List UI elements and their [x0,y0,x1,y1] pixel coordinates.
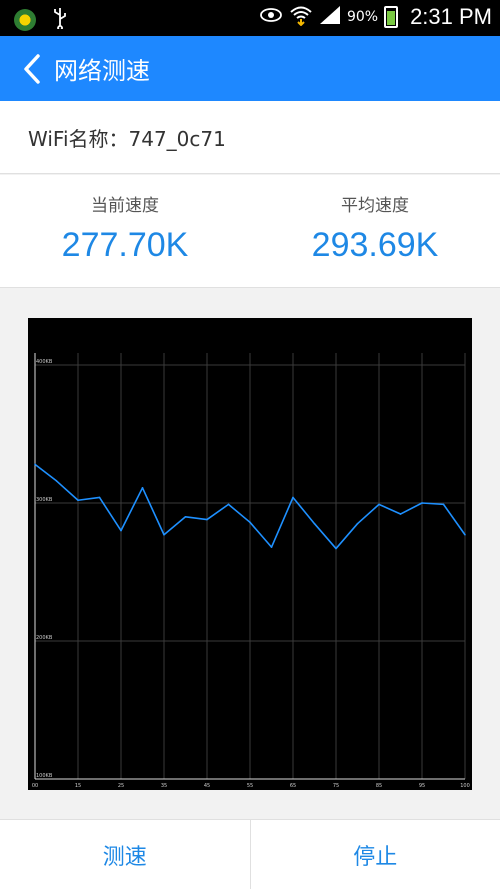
speed-chart: 400KB 300KB 200KB 100KB 00 15 25 35 45 55 65 75 85 95… [28,318,472,790]
x-tick-label: 00 [32,783,38,789]
current-speed-block: 当前速度 277.70K [0,175,250,287]
speed-data-point [55,480,58,482]
x-tick-label: 45 [204,783,210,789]
x-tick-label: 75 [333,783,339,789]
wifi-icon [289,4,313,30]
x-tick-label: 25 [118,783,124,789]
average-speed-label: 平均速度 [341,196,409,216]
app-bar: 网络测速 [0,36,500,101]
bottom-action-bar: 测速 停止 [0,819,500,889]
average-speed-value: 293.69K [311,226,439,264]
average-speed-block: 平均速度 293.69K [250,175,500,287]
current-speed-label: 当前速度 [91,196,159,216]
speed-data-point [292,496,294,499]
battery-percent: 90% [346,9,379,25]
speed-stats-panel: 当前速度 277.70K 平均速度 293.69K [0,175,500,288]
speed-data-point [335,547,337,550]
eye-icon [259,7,283,27]
back-arrow-icon[interactable] [12,49,52,89]
x-tick-label: 100 [460,783,470,789]
stop-button[interactable]: 停止 [249,820,500,889]
speed-data-point [356,522,359,525]
signal-icon [319,5,341,29]
x-tick-label: 35 [161,783,167,789]
x-tick-label: 85 [376,783,382,789]
x-tick-label: 15 [75,783,81,789]
speed-data-point [249,521,251,524]
x-tick-label: 55 [247,783,253,789]
speed-data-point [270,546,273,548]
current-speed-value: 277.70K [61,226,189,264]
page-title: 网络测速 [54,57,150,85]
speed-data-point [34,463,36,466]
speed-data-point [163,533,165,536]
status-time: 2:31 PM [410,4,492,29]
speed-data-point [77,499,79,502]
x-tick-label: 95 [419,783,425,789]
status-right: 90% 2:31 PM [259,4,492,30]
wifi-name-row: WiFi名称：747_0c71 [0,101,500,174]
speed-data-point [464,533,466,536]
speed-data-point [227,503,230,506]
battery-icon [384,6,399,28]
status-bar: 90% 2:31 PM [0,0,500,36]
speed-data-point [141,487,144,489]
y-tick-label: 200KB [36,635,53,641]
speed-data-point [442,503,445,506]
status-left [14,7,68,33]
speed-data-point [184,516,187,518]
y-tick-label: 300KB [36,497,53,503]
wifi-name-label: WiFi名称：747_0c71 [28,126,226,151]
speed-data-point [399,513,402,515]
speed-data-point [98,496,101,499]
x-tick-label: 65 [290,783,296,789]
speed-chart-svg: 400KB 300KB 200KB 100KB 00 15 25 35 45 55 65 75 85 95… [32,353,470,789]
speed-data-point [313,522,316,525]
speed-data-point [378,503,380,506]
y-tick-label: 400KB [36,359,53,365]
usb-icon [52,7,68,33]
speed-data-point [120,529,122,532]
app-notification-icon [14,9,36,31]
speed-data-point [421,502,423,504]
speed-data-point [206,518,208,521]
y-tick-label: 100KB [36,773,53,779]
start-test-button[interactable]: 测速 [0,820,250,889]
